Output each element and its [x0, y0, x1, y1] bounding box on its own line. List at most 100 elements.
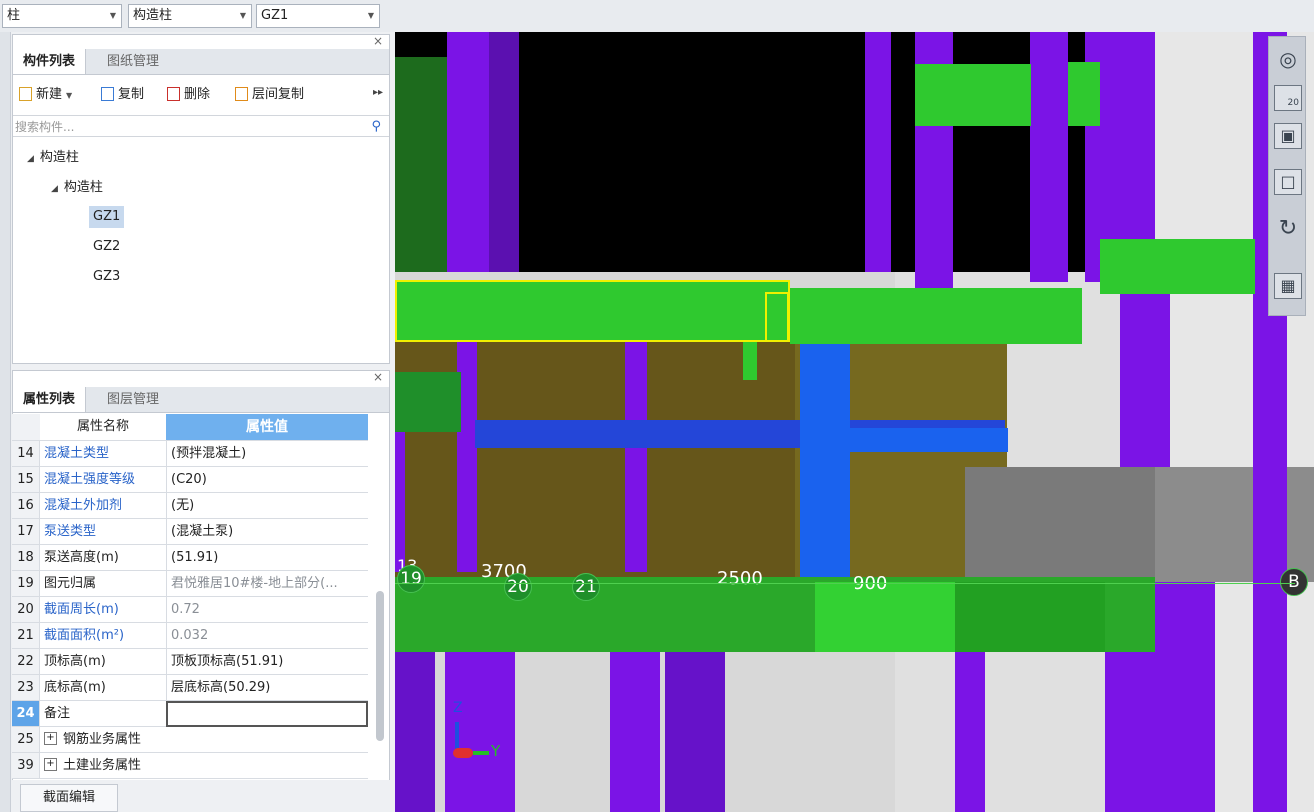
new-label: 新建	[36, 87, 63, 102]
section-edit-button[interactable]: 截面编辑	[20, 784, 118, 812]
close-icon[interactable]: ×	[373, 370, 383, 384]
delete-button[interactable]: 删除	[167, 83, 210, 107]
2d-view-button[interactable]: 20	[1274, 85, 1302, 111]
orbit-icon[interactable]: ◎	[1274, 47, 1302, 73]
component-name-select[interactable]: GZ1 ▼	[256, 4, 380, 28]
view-badge: 20	[1287, 98, 1299, 108]
chevron-down-icon: ▼	[66, 91, 73, 100]
property-row[interactable]: 14 混凝土类型 (预拌混凝土)	[12, 441, 368, 467]
property-row[interactable]: 22 顶标高(m) 顶板顶标高(51.91)	[12, 649, 368, 675]
expand-icon[interactable]: +	[44, 758, 57, 771]
collapse-icon[interactable]: ◢	[51, 184, 58, 194]
3d-box-icon[interactable]: ▣	[1274, 123, 1302, 149]
axis-bubble: 19	[397, 565, 425, 593]
3d-viewport[interactable]: 3700 2500 900 13 19 20 21 B Z Y	[395, 32, 1314, 812]
property-name: 混凝土类型	[44, 446, 110, 461]
property-value[interactable]: (预拌混凝土)	[166, 441, 368, 466]
scrollbar-thumb[interactable]	[376, 591, 384, 741]
ground-beam	[955, 582, 1105, 652]
component-name-value: GZ1	[261, 8, 289, 23]
property-row-selected[interactable]: 24 备注	[12, 701, 368, 727]
row-number: 19	[12, 571, 40, 596]
property-name: 备注	[44, 706, 71, 721]
delete-label: 删除	[184, 87, 211, 102]
property-value[interactable]: 层底标高(50.29)	[166, 675, 368, 700]
window-opening	[465, 32, 865, 272]
property-value: 君悦雅居10#楼-地上部分(...	[166, 571, 368, 596]
x-axis-arrow	[453, 748, 473, 758]
expand-icon[interactable]: +	[44, 732, 57, 745]
property-row[interactable]: 16 混凝土外加剂 (无)	[12, 493, 368, 519]
chevron-down-icon: ▼	[109, 11, 116, 20]
axis-bubble: 20	[504, 573, 532, 601]
tab-drawing-management[interactable]: 图纸管理	[97, 49, 170, 74]
axis-bubble: B	[1280, 568, 1308, 596]
component-category-select[interactable]: 构造柱 ▼	[128, 4, 252, 28]
component-list-panel: × 构件列表 图纸管理 新建 ▼ 复制 删除 层间复制 ▸▸ 搜索构件... ⚲ …	[12, 34, 390, 364]
column	[865, 32, 891, 272]
collapse-icon[interactable]: ◢	[27, 154, 34, 164]
tab-layer-management[interactable]: 图层管理	[97, 387, 170, 412]
property-name: 泵送类型	[44, 524, 97, 539]
floor-copy-button[interactable]: 层间复制	[235, 83, 304, 107]
property-row[interactable]: 23 底标高(m) 层底标高(50.29)	[12, 675, 368, 701]
tree-root-label: 构造柱	[39, 150, 79, 165]
tab-property-list[interactable]: 属性列表	[13, 387, 87, 412]
group-label: 钢筋业务属性	[63, 732, 142, 747]
grid-icon[interactable]: ▦	[1274, 273, 1302, 299]
component-category-value: 构造柱	[133, 8, 173, 23]
property-name: 截面周长(m)	[44, 602, 119, 617]
concrete-block	[1155, 467, 1314, 582]
property-value[interactable]: (无)	[166, 493, 368, 518]
property-value[interactable]: (混凝土泵)	[166, 519, 368, 544]
column	[1120, 282, 1170, 467]
property-value[interactable]: (C20)	[166, 467, 368, 492]
search-input[interactable]: 搜索构件... ⚲	[13, 115, 389, 137]
property-name: 泵送高度(m)	[44, 550, 119, 565]
column	[665, 652, 725, 812]
tree-child[interactable]: ◢ 构造柱	[51, 177, 103, 199]
copy-icon	[101, 86, 114, 101]
property-group-row[interactable]: 39 + 土建业务属性	[12, 753, 368, 779]
floor-copy-label: 层间复制	[252, 87, 305, 102]
tree-child-label: 构造柱	[63, 180, 103, 195]
left-dock-strip[interactable]	[0, 32, 11, 812]
cube-icon[interactable]: □	[1274, 169, 1302, 195]
tree-item-gz3[interactable]: GZ3	[93, 266, 120, 288]
view-toolbar: ◎ 20 ▣ □ ↻ ▦	[1268, 36, 1306, 316]
property-value: 0.032	[166, 623, 368, 648]
property-row[interactable]: 19 图元归属 君悦雅居10#楼-地上部分(...	[12, 571, 368, 597]
rotate-icon[interactable]: ↻	[1274, 217, 1302, 243]
copy-label: 复制	[118, 87, 145, 102]
property-row[interactable]: 21 截面面积(m²) 0.032	[12, 623, 368, 649]
group-name: + 钢筋业务属性	[44, 727, 141, 752]
property-row[interactable]: 18 泵送高度(m) (51.91)	[12, 545, 368, 571]
tree-root[interactable]: ◢ 构造柱	[27, 147, 79, 169]
new-button[interactable]: 新建 ▼	[19, 83, 72, 107]
constructional-column-gz1[interactable]	[800, 342, 850, 582]
property-value: 0.72	[166, 597, 368, 622]
property-row[interactable]: 15 混凝土强度等级 (C20)	[12, 467, 368, 493]
element-type-select[interactable]: 柱 ▼	[2, 4, 122, 28]
property-row[interactable]: 17 泵送类型 (混凝土泵)	[12, 519, 368, 545]
header-property-name: 属性名称	[76, 419, 129, 434]
tree-item-gz2[interactable]: GZ2	[93, 236, 120, 258]
more-tools-icon[interactable]: ▸▸	[373, 87, 383, 98]
close-icon[interactable]: ×	[373, 34, 383, 48]
column	[395, 632, 435, 812]
property-value[interactable]: 顶板顶标高(51.91)	[166, 649, 368, 674]
row-number: 21	[12, 623, 40, 648]
row-number: 22	[12, 649, 40, 674]
copy-button[interactable]: 复制	[101, 83, 144, 107]
header-corner	[12, 414, 40, 440]
tree-item-gz1[interactable]: GZ1	[89, 206, 125, 228]
selected-beam[interactable]	[395, 280, 790, 342]
search-icon[interactable]: ⚲	[371, 116, 381, 138]
property-group-row[interactable]: 25 + 钢筋业务属性	[12, 727, 368, 753]
remark-input[interactable]	[166, 701, 368, 727]
tab-component-list[interactable]: 构件列表	[13, 49, 87, 74]
row-number: 23	[12, 675, 40, 700]
row-number: 25	[12, 727, 40, 752]
property-row[interactable]: 20 截面周长(m) 0.72	[12, 597, 368, 623]
property-value[interactable]: (51.91)	[166, 545, 368, 570]
